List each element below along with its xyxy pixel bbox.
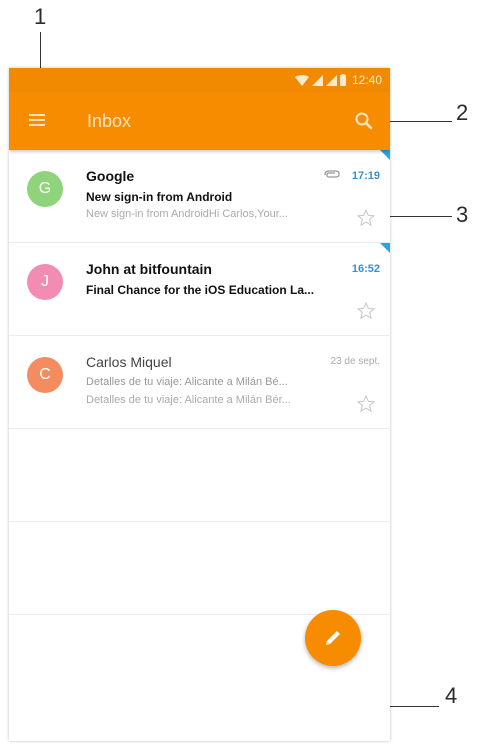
email-sender: Google bbox=[86, 168, 135, 184]
email-list-item[interactable]: G Google 17:19 New sign-in from Android … bbox=[9, 150, 390, 243]
search-icon[interactable] bbox=[354, 111, 374, 131]
paperclip-icon bbox=[324, 170, 340, 178]
cell-signal-icon bbox=[311, 74, 323, 86]
email-time: 23 de sept. bbox=[330, 356, 380, 367]
empty-list-row bbox=[9, 522, 390, 615]
email-preview: Detalles de tu viaje: Alicante a Milán B… bbox=[86, 394, 291, 406]
callout-1-number: 1 bbox=[34, 4, 47, 29]
star-outline-icon[interactable] bbox=[356, 301, 376, 321]
star-outline-icon[interactable] bbox=[356, 394, 376, 414]
callout-4-number: 4 bbox=[445, 683, 458, 708]
email-sender: Carlos Miquel bbox=[86, 354, 172, 370]
star-outline-icon[interactable] bbox=[356, 208, 376, 228]
avatar: G bbox=[27, 171, 63, 207]
email-sender: John at bitfountain bbox=[86, 261, 212, 277]
cell-signal-2-icon bbox=[325, 74, 337, 86]
compose-button[interactable] bbox=[305, 610, 361, 666]
callout-3-number: 3 bbox=[456, 202, 469, 227]
email-subject: New sign-in from Android bbox=[86, 190, 233, 204]
wifi-icon bbox=[294, 74, 309, 86]
empty-list-row bbox=[9, 429, 390, 522]
email-time: 17:19 bbox=[351, 170, 380, 182]
email-preview: New sign-in from AndroidHi Carlos,Your..… bbox=[86, 208, 288, 220]
avatar: J bbox=[27, 264, 63, 300]
status-time: 12:40 bbox=[351, 73, 382, 87]
email-subject: Final Chance for the iOS Education La... bbox=[86, 283, 315, 297]
pencil-icon bbox=[326, 631, 340, 645]
email-list: G Google 17:19 New sign-in from Android … bbox=[9, 150, 390, 615]
status-bar: 12:40 bbox=[9, 68, 390, 92]
email-list-item[interactable]: C Carlos Miquel 23 de sept. Detalles de … bbox=[9, 336, 390, 429]
email-list-item[interactable]: J John at bitfountain 16:52 Final Chance… bbox=[9, 243, 390, 336]
callout-2-number: 2 bbox=[456, 100, 469, 125]
status-icons bbox=[294, 74, 346, 86]
email-time: 16:52 bbox=[351, 263, 380, 275]
menu-icon[interactable] bbox=[29, 114, 45, 128]
app-bar: Inbox bbox=[9, 92, 390, 150]
page-title: Inbox bbox=[87, 110, 132, 131]
email-subject: Detalles de tu viaje: Alicante a Milán B… bbox=[86, 376, 288, 388]
battery-icon bbox=[339, 74, 346, 86]
unread-marker bbox=[380, 150, 390, 160]
avatar: C bbox=[27, 357, 63, 393]
unread-marker bbox=[380, 243, 390, 253]
